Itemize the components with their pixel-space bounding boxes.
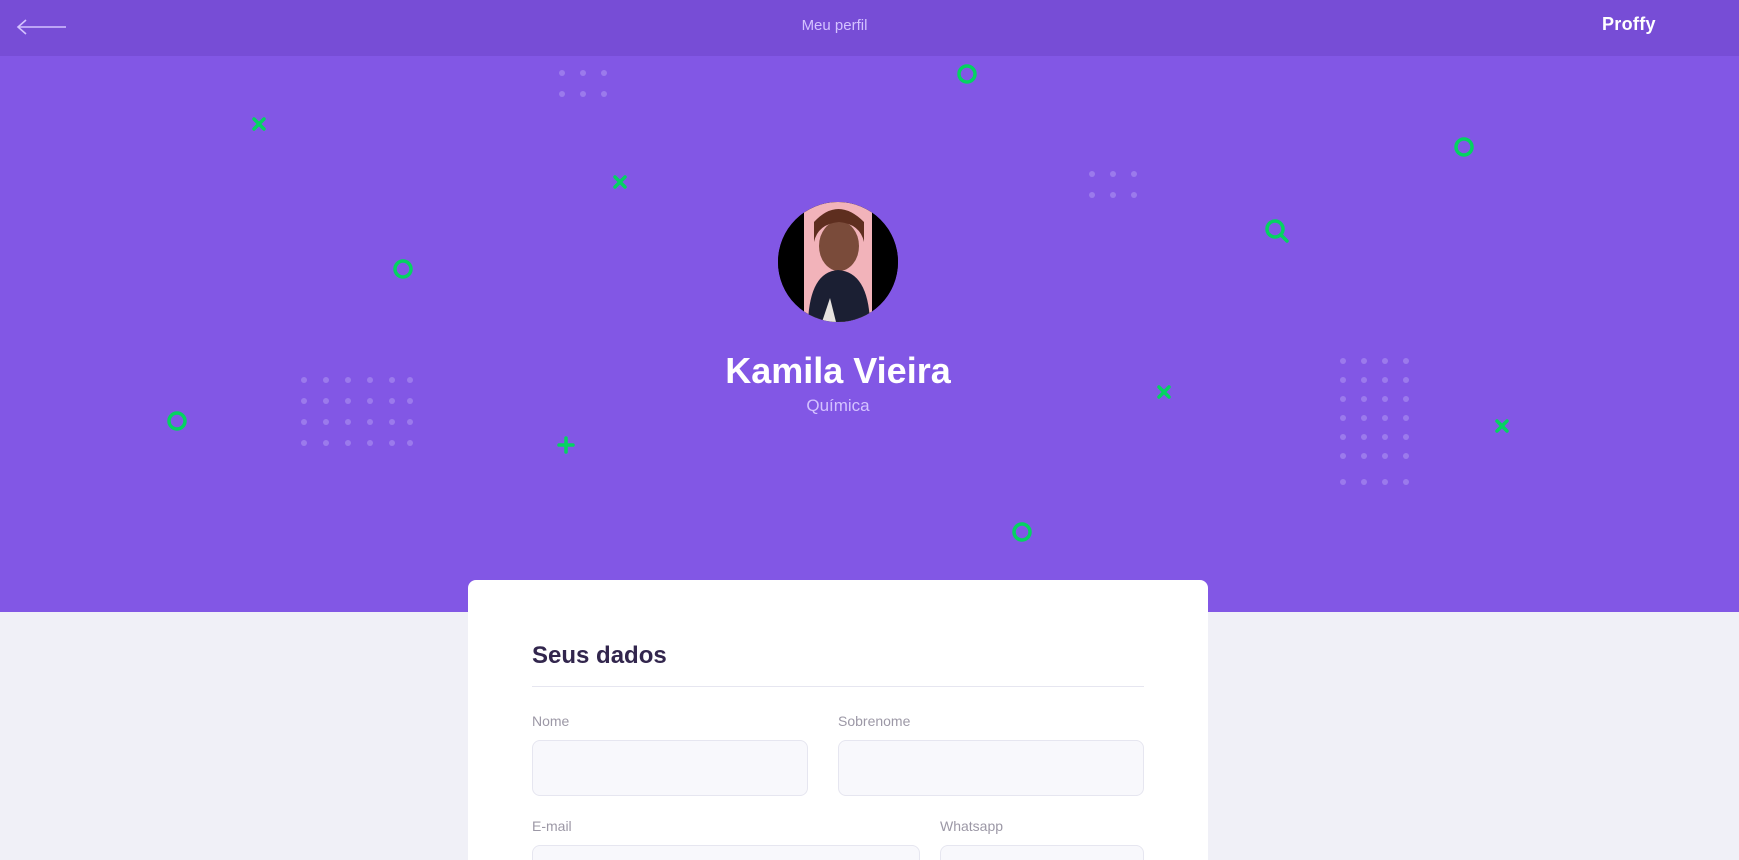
email-label: E-mail	[532, 818, 572, 834]
section-title: Seus dados	[532, 642, 667, 669]
first-name-input[interactable]	[532, 740, 808, 796]
whatsapp-input[interactable]	[940, 845, 1144, 860]
profile-name: Kamila Vieira	[725, 350, 951, 391]
profile-avatar[interactable]	[778, 202, 898, 322]
email-input[interactable]	[532, 845, 920, 860]
last-name-label: Sobrenome	[838, 713, 911, 729]
top-bar: Meu perfil Proffy	[0, 0, 1739, 56]
page-title: Meu perfil	[801, 17, 868, 34]
profile-subject: Química	[806, 396, 870, 415]
profile-hero: Kamila Vieira Química	[0, 56, 1739, 612]
background-decorations	[167, 64, 1509, 542]
proffy-logo: Proffy	[1602, 14, 1656, 34]
last-name-input[interactable]	[838, 740, 1144, 796]
first-name-label: Nome	[532, 713, 570, 729]
avatar-photo-icon	[778, 202, 898, 322]
magnifier-decoration	[1265, 219, 1289, 243]
section-divider	[532, 686, 1144, 687]
whatsapp-label: Whatsapp	[940, 818, 1004, 834]
profile-form-card: Seus dados Nome Sobrenome E-mail Whatsap…	[468, 580, 1208, 860]
